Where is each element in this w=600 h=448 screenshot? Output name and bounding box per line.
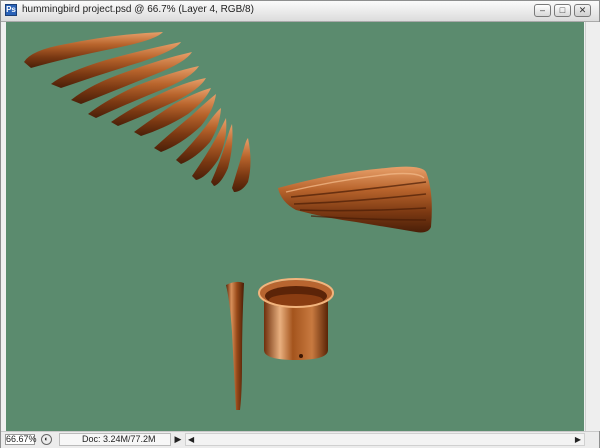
preview-icon[interactable]: ◐	[41, 434, 52, 445]
close-button[interactable]: ✕	[574, 4, 591, 17]
image-canvas[interactable]	[6, 22, 584, 431]
minimize-button[interactable]: –	[534, 4, 551, 17]
status-bar: 66.67% ◐ Doc: 3.24M/77.2M ▶ ◀ ▶	[1, 431, 599, 448]
assembled-wing	[278, 166, 432, 233]
vertical-scrollbar[interactable]	[585, 22, 600, 431]
horizontal-scrollbar[interactable]: ◀ ▶	[185, 433, 585, 446]
minimize-icon: –	[539, 5, 545, 15]
maximize-button[interactable]: □	[554, 4, 571, 17]
feather-pieces	[24, 32, 251, 192]
maximize-icon: □	[559, 5, 566, 15]
beak-piece	[226, 281, 244, 410]
doc-info[interactable]: Doc: 3.24M/77.2M	[59, 433, 171, 446]
window-title: hummingbird project.psd @ 66.7% (Layer 4…	[22, 4, 254, 15]
scroll-right-icon[interactable]: ▶	[575, 434, 581, 445]
document-window: Ps hummingbird project.psd @ 66.7% (Laye…	[0, 0, 600, 448]
canvas-artwork	[24, 32, 432, 410]
cup-piece	[258, 278, 334, 360]
zoom-field[interactable]: 66.67%	[5, 434, 37, 445]
title-bar[interactable]: Ps hummingbird project.psd @ 66.7% (Laye…	[1, 1, 599, 22]
status-menu-arrow-icon[interactable]: ▶	[173, 434, 183, 445]
photoshop-app-icon: Ps	[5, 4, 17, 16]
scroll-left-icon[interactable]: ◀	[188, 434, 194, 445]
close-icon: ✕	[578, 5, 587, 15]
